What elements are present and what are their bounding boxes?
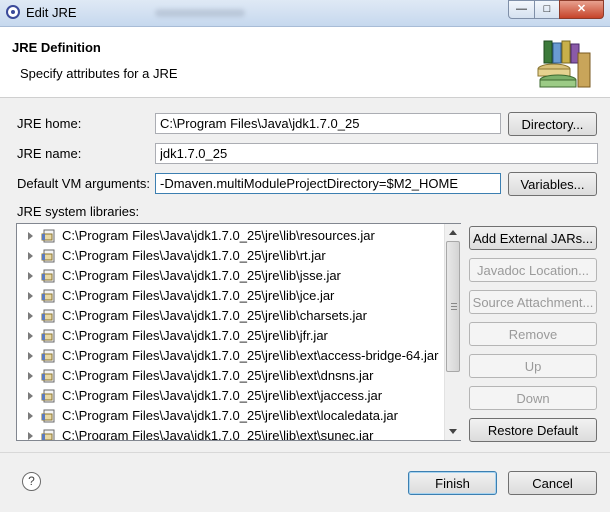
- scroll-thumb[interactable]: [446, 241, 460, 372]
- library-books-icon: [537, 40, 591, 88]
- library-path: C:\Program Files\Java\jdk1.7.0_25\jre\li…: [62, 368, 374, 383]
- library-row[interactable]: C:\Program Files\Java\jdk1.7.0_25\jre\li…: [17, 246, 445, 266]
- cancel-button[interactable]: Cancel: [508, 471, 597, 495]
- jar-file-icon: [41, 229, 55, 243]
- help-icon[interactable]: ?: [22, 472, 41, 491]
- system-libraries-label: JRE system libraries:: [17, 204, 140, 219]
- library-path: C:\Program Files\Java\jdk1.7.0_25\jre\li…: [62, 248, 326, 263]
- expand-arrow-icon[interactable]: [28, 292, 33, 300]
- jar-file-icon: [41, 429, 55, 440]
- page-description: Specify attributes for a JRE: [20, 66, 178, 81]
- library-path: C:\Program Files\Java\jdk1.7.0_25\jre\li…: [62, 348, 439, 363]
- down-button[interactable]: Down: [469, 386, 597, 410]
- wizard-header: JRE Definition Specify attributes for a …: [0, 27, 610, 98]
- libraries-list[interactable]: C:\Program Files\Java\jdk1.7.0_25\jre\li…: [16, 223, 461, 441]
- jar-file-icon: [41, 409, 55, 423]
- restore-default-button[interactable]: Restore Default: [469, 418, 597, 442]
- window-title: Edit JRE: [26, 5, 77, 20]
- eclipse-icon: [6, 5, 20, 19]
- jar-file-icon: [41, 349, 55, 363]
- jre-name-label: JRE name:: [17, 146, 82, 161]
- jre-home-input[interactable]: [155, 113, 501, 134]
- source-attachment-button[interactable]: Source Attachment...: [469, 290, 597, 314]
- library-path: C:\Program Files\Java\jdk1.7.0_25\jre\li…: [62, 428, 374, 441]
- remove-button[interactable]: Remove: [469, 322, 597, 346]
- library-row[interactable]: C:\Program Files\Java\jdk1.7.0_25\jre\li…: [17, 426, 445, 441]
- library-row[interactable]: C:\Program Files\Java\jdk1.7.0_25\jre\li…: [17, 226, 445, 246]
- variables-button[interactable]: Variables...: [508, 172, 597, 196]
- library-row[interactable]: C:\Program Files\Java\jdk1.7.0_25\jre\li…: [17, 406, 445, 426]
- scroll-up-arrow-icon[interactable]: [449, 230, 457, 235]
- library-row[interactable]: C:\Program Files\Java\jdk1.7.0_25\jre\li…: [17, 386, 445, 406]
- vm-arguments-label: Default VM arguments:: [17, 176, 150, 191]
- expand-arrow-icon[interactable]: [28, 252, 33, 260]
- libraries-scrollbar[interactable]: [444, 224, 461, 440]
- javadoc-location-button[interactable]: Javadoc Location...: [469, 258, 597, 282]
- up-button[interactable]: Up: [469, 354, 597, 378]
- jre-name-input[interactable]: [155, 143, 598, 164]
- library-row[interactable]: C:\Program Files\Java\jdk1.7.0_25\jre\li…: [17, 306, 445, 326]
- title-bar: Edit JRE — □ ✕: [0, 0, 610, 27]
- library-path: C:\Program Files\Java\jdk1.7.0_25\jre\li…: [62, 388, 383, 403]
- library-row[interactable]: C:\Program Files\Java\jdk1.7.0_25\jre\li…: [17, 326, 445, 346]
- library-row[interactable]: C:\Program Files\Java\jdk1.7.0_25\jre\li…: [17, 266, 445, 286]
- library-row[interactable]: C:\Program Files\Java\jdk1.7.0_25\jre\li…: [17, 366, 445, 386]
- library-row[interactable]: C:\Program Files\Java\jdk1.7.0_25\jre\li…: [17, 286, 445, 306]
- expand-arrow-icon[interactable]: [28, 332, 33, 340]
- scroll-down-arrow-icon[interactable]: [449, 429, 457, 434]
- jar-file-icon: [41, 269, 55, 283]
- expand-arrow-icon[interactable]: [28, 352, 33, 360]
- expand-arrow-icon[interactable]: [28, 312, 33, 320]
- jar-file-icon: [41, 309, 55, 323]
- expand-arrow-icon[interactable]: [28, 372, 33, 380]
- close-button[interactable]: ✕: [559, 0, 604, 19]
- library-path: C:\Program Files\Java\jdk1.7.0_25\jre\li…: [62, 268, 341, 283]
- jar-file-icon: [41, 289, 55, 303]
- directory-button[interactable]: Directory...: [508, 112, 597, 136]
- library-path: C:\Program Files\Java\jdk1.7.0_25\jre\li…: [62, 228, 375, 243]
- maximize-button[interactable]: □: [534, 0, 560, 19]
- background-window-title: [155, 9, 245, 17]
- add-external-jars-button[interactable]: Add External JARs...: [469, 226, 597, 250]
- finish-button[interactable]: Finish: [408, 471, 497, 495]
- library-path: C:\Program Files\Java\jdk1.7.0_25\jre\li…: [62, 408, 398, 423]
- jar-file-icon: [41, 389, 55, 403]
- library-path: C:\Program Files\Java\jdk1.7.0_25\jre\li…: [62, 308, 367, 323]
- expand-arrow-icon[interactable]: [28, 392, 33, 400]
- vm-arguments-input[interactable]: [155, 173, 501, 194]
- library-path: C:\Program Files\Java\jdk1.7.0_25\jre\li…: [62, 288, 335, 303]
- expand-arrow-icon[interactable]: [28, 432, 33, 440]
- jar-file-icon: [41, 249, 55, 263]
- expand-arrow-icon[interactable]: [28, 272, 33, 280]
- expand-arrow-icon[interactable]: [28, 232, 33, 240]
- footer-separator: [0, 452, 610, 453]
- jar-file-icon: [41, 369, 55, 383]
- page-title: JRE Definition: [12, 40, 101, 55]
- jre-home-label: JRE home:: [17, 116, 82, 131]
- minimize-button[interactable]: —: [508, 0, 535, 19]
- library-row[interactable]: C:\Program Files\Java\jdk1.7.0_25\jre\li…: [17, 346, 445, 366]
- library-path: C:\Program Files\Java\jdk1.7.0_25\jre\li…: [62, 328, 328, 343]
- expand-arrow-icon[interactable]: [28, 412, 33, 420]
- jar-file-icon: [41, 329, 55, 343]
